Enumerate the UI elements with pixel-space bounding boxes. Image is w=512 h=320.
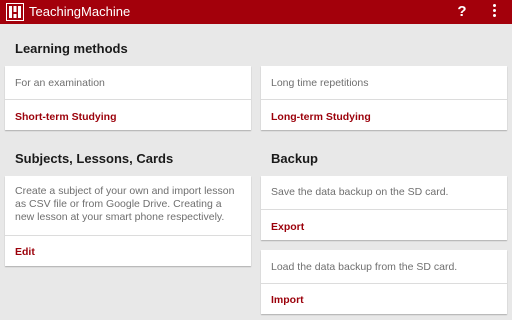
card-description: Create a subject of your own and import … — [15, 185, 235, 223]
app-title: TeachingMachine — [29, 4, 131, 19]
help-button[interactable]: ? — [452, 0, 472, 24]
teaching-machine-logo — [6, 3, 24, 21]
card-divider — [5, 235, 251, 236]
card-subjects: Create a subject of your own and import … — [5, 176, 251, 266]
section-title-learning-methods: Learning methods — [15, 41, 128, 56]
long-term-studying-button[interactable]: Long-term Studying — [271, 111, 371, 123]
card-short-term: For an examination Short-term Studying — [5, 66, 251, 130]
import-button[interactable]: Import — [271, 294, 304, 306]
export-button[interactable]: Export — [271, 221, 304, 233]
app-bar: TeachingMachine ? — [0, 0, 512, 24]
short-term-studying-button[interactable]: Short-term Studying — [15, 111, 117, 123]
card-divider — [261, 99, 507, 100]
card-description: Load the data backup from the SD card. — [271, 261, 458, 273]
card-divider — [5, 99, 251, 100]
card-description: For an examination — [15, 77, 105, 89]
overflow-menu-button[interactable] — [486, 4, 502, 20]
card-long-term: Long time repetitions Long-term Studying — [261, 66, 507, 130]
card-import: Load the data backup from the SD card. I… — [261, 250, 507, 314]
section-title-subjects: Subjects, Lessons, Cards — [15, 151, 174, 166]
edit-button[interactable]: Edit — [15, 246, 35, 258]
card-export: Save the data backup on the SD card. Exp… — [261, 176, 507, 240]
card-divider — [261, 283, 507, 284]
card-description: Save the data backup on the SD card. — [271, 186, 449, 198]
card-divider — [261, 209, 507, 210]
section-title-backup: Backup — [271, 151, 318, 166]
overflow-menu-icon — [486, 4, 502, 17]
card-description: Long time repetitions — [271, 77, 369, 89]
question-mark-icon: ? — [457, 3, 467, 20]
